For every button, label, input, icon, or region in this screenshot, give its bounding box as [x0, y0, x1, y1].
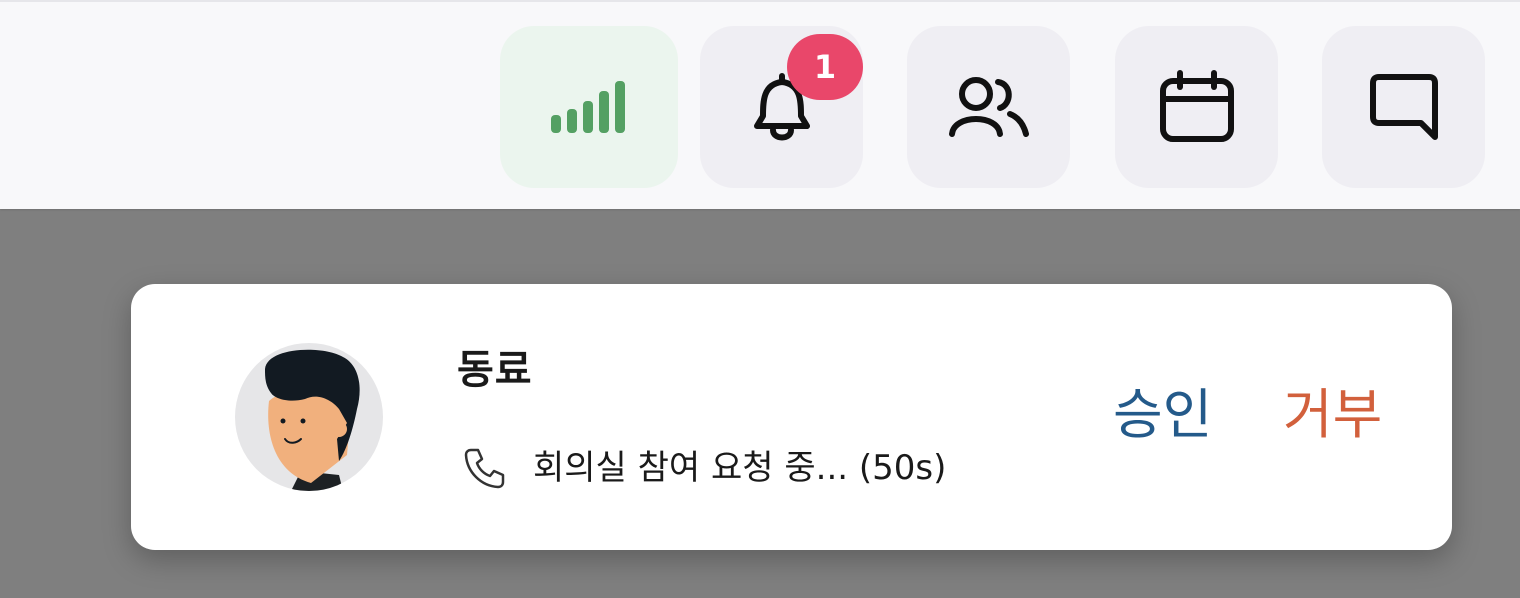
phone-icon [464, 448, 505, 489]
reject-button[interactable]: 거부 [1283, 380, 1382, 450]
caller-name: 동료 [457, 347, 533, 393]
people-button[interactable] [907, 26, 1070, 188]
notifications-button[interactable]: 1 [700, 26, 863, 188]
call-status-row: 회의실 참여 요청 중... (50s) [463, 440, 946, 496]
calendar-button[interactable] [1115, 26, 1278, 188]
call-request-card: 동료 회의실 참여 요청 중... (50s) 승인 거부 [131, 284, 1452, 550]
chat-icon [1369, 74, 1438, 140]
people-icon [948, 77, 1029, 137]
signal-strength-button[interactable] [500, 26, 678, 188]
signal-strength-icon [551, 81, 625, 133]
avatar [235, 343, 383, 491]
calendar-icon [1159, 70, 1234, 142]
chat-button[interactable] [1322, 26, 1485, 188]
call-status-text: 회의실 참여 요청 중... (50s) [533, 448, 947, 488]
person-avatar-icon [265, 349, 360, 491]
approve-button[interactable]: 승인 [1113, 380, 1212, 450]
top-toolbar: 1 [0, 0, 1520, 209]
notification-badge: 1 [787, 34, 863, 100]
